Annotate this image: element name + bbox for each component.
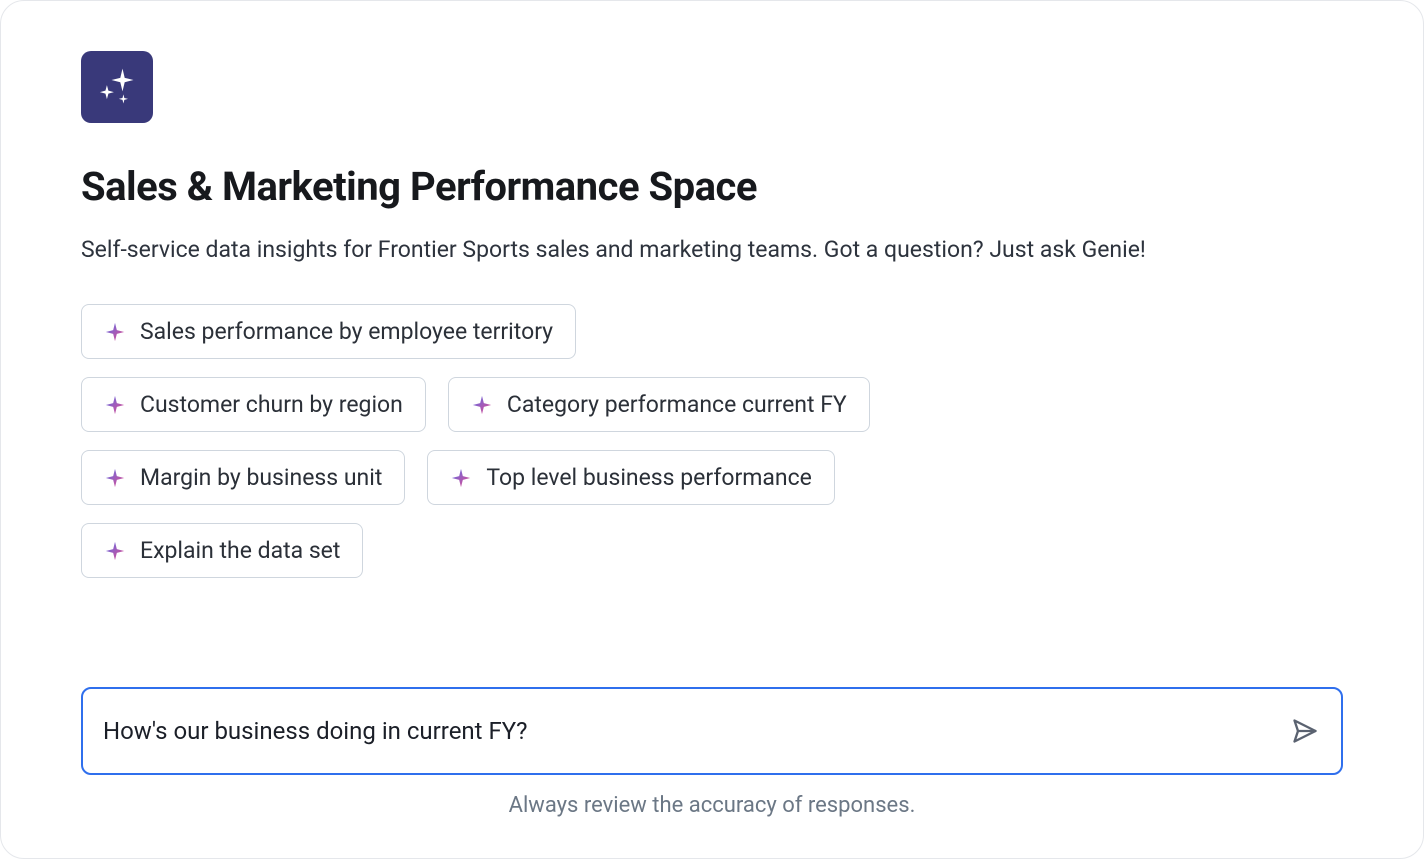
suggestion-chip-sales-performance[interactable]: Sales performance by employee territory xyxy=(81,304,576,359)
sparkle-icon xyxy=(104,540,126,562)
chip-label: Explain the data set xyxy=(140,537,340,564)
chip-label: Top level business performance xyxy=(486,464,811,491)
chip-row: Margin by business unit Top level busine… xyxy=(81,450,1343,505)
sparkle-icon xyxy=(104,394,126,416)
send-button[interactable] xyxy=(1289,715,1321,747)
sparkle-icon xyxy=(104,467,126,489)
chip-label: Category performance current FY xyxy=(507,391,847,418)
send-icon xyxy=(1291,717,1319,745)
sparkle-icon xyxy=(104,321,126,343)
chip-row: Customer churn by region Category perfor… xyxy=(81,377,1343,432)
chip-row: Explain the data set xyxy=(81,523,1343,578)
chip-label: Sales performance by employee territory xyxy=(140,318,553,345)
page-title: Sales & Marketing Performance Space xyxy=(81,163,1343,210)
disclaimer-text: Always review the accuracy of responses. xyxy=(81,793,1343,818)
suggestion-chip-explain-data[interactable]: Explain the data set xyxy=(81,523,363,578)
genie-card: Sales & Marketing Performance Space Self… xyxy=(0,0,1424,859)
suggestion-chips: Sales performance by employee territory … xyxy=(81,304,1343,578)
chip-label: Customer churn by region xyxy=(140,391,403,418)
sparkle-icon xyxy=(450,467,472,489)
sparkle-cluster-icon xyxy=(95,65,139,109)
query-input[interactable] xyxy=(103,717,1273,745)
chip-row: Sales performance by employee territory xyxy=(81,304,1343,359)
chip-label: Margin by business unit xyxy=(140,464,382,491)
sparkle-icon xyxy=(471,394,493,416)
page-subtitle: Self-service data insights for Frontier … xyxy=(81,234,1343,266)
spacer xyxy=(81,618,1343,687)
genie-logo xyxy=(81,51,153,123)
suggestion-chip-customer-churn[interactable]: Customer churn by region xyxy=(81,377,426,432)
suggestion-chip-category-performance[interactable]: Category performance current FY xyxy=(448,377,870,432)
suggestion-chip-top-level[interactable]: Top level business performance xyxy=(427,450,834,505)
query-input-container xyxy=(81,687,1343,775)
suggestion-chip-margin[interactable]: Margin by business unit xyxy=(81,450,405,505)
